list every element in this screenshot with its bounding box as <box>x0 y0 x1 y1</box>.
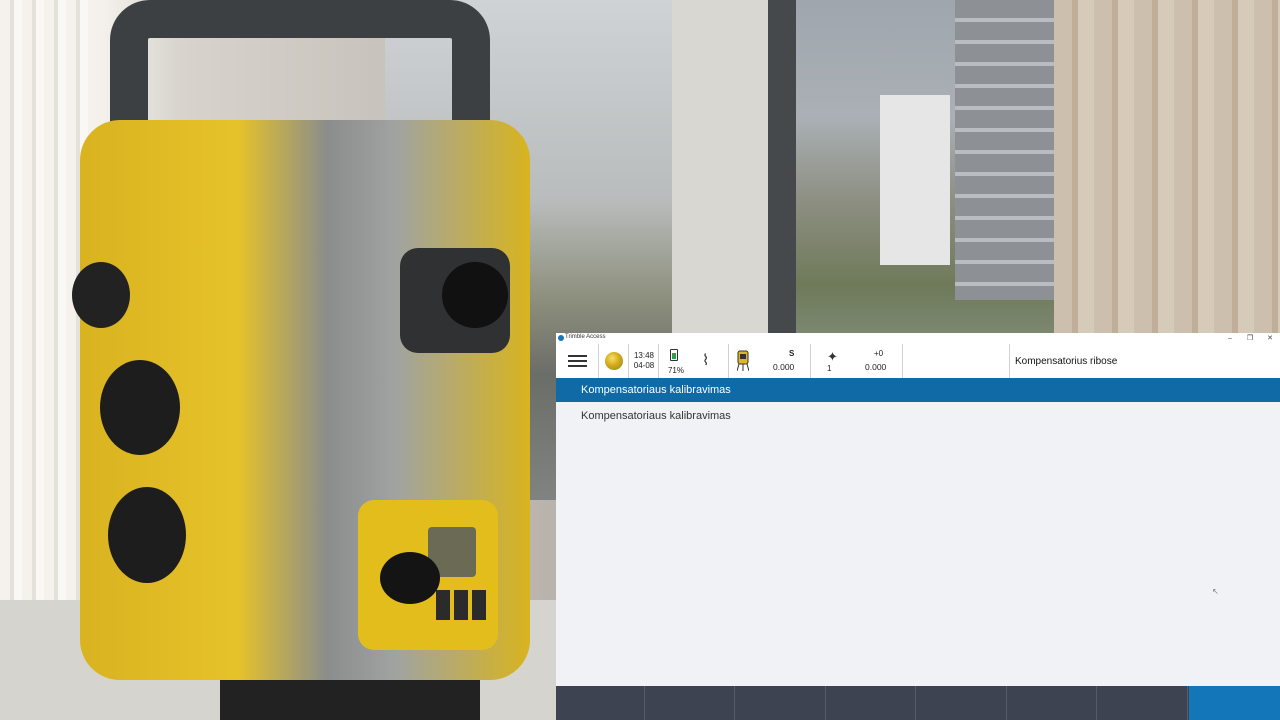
instrument-keypad <box>436 590 488 620</box>
instrument-label: S <box>789 349 795 358</box>
close-button[interactable]: ✕ <box>1260 333 1280 344</box>
instrument-status-button[interactable]: S 0.000 <box>729 344 811 378</box>
mouse-cursor: ↖ <box>1212 587 1219 596</box>
curtain-right <box>1054 0 1280 335</box>
date-text: 04-08 <box>633 361 655 370</box>
battery-percent: 71% <box>667 366 684 375</box>
list-item[interactable]: Kompensatoriaus kalibravimas <box>581 410 731 422</box>
page-title: Kompensatorius ribose <box>1015 356 1118 367</box>
connection-status-button[interactable]: ⌇ <box>689 344 729 378</box>
time-text: 13:48 <box>633 351 655 360</box>
trimble-access-window: Trimble Access – ❐ ✕ 13:48 04-08 71% ⌇ S… <box>556 333 1280 720</box>
building-white <box>880 95 950 265</box>
target-status-button[interactable]: ✦ 1 +0 0.000 <box>811 344 903 378</box>
selected-list-item[interactable]: Kompensatoriaus kalibravimas <box>556 378 1280 402</box>
battery-icon <box>670 349 678 361</box>
softkey-5[interactable] <box>918 686 1007 720</box>
target-height: 0.000 <box>865 362 887 372</box>
status-line: Kompensatorius ribose <box>1009 344 1280 378</box>
restore-button[interactable]: ❐ <box>1240 333 1260 344</box>
softkey-6[interactable] <box>1008 686 1097 720</box>
app-title: Trimble Access <box>565 334 606 340</box>
instrument-dial <box>380 552 440 604</box>
vertical-knob <box>108 487 186 583</box>
softkey-bar <box>556 686 1280 720</box>
instrument-value: 0.000 <box>773 362 795 372</box>
gnss-status-button[interactable] <box>599 344 629 378</box>
battery-status-button[interactable]: 71% <box>659 344 689 378</box>
focus-knob <box>72 262 130 328</box>
app-icon <box>558 335 564 341</box>
target-offset: +0 <box>874 349 884 358</box>
telescope-lens <box>442 262 508 328</box>
clock-display[interactable]: 13:48 04-08 <box>629 344 659 378</box>
horizontal-knob <box>100 360 180 455</box>
total-station-icon <box>737 350 749 371</box>
softkey-1[interactable] <box>556 686 645 720</box>
menu-button[interactable] <box>556 344 599 378</box>
prism-target-icon: ✦ <box>827 349 838 364</box>
title-bar: Trimble Access – ❐ ✕ <box>556 333 1280 344</box>
status-bar: 13:48 04-08 71% ⌇ S 0.000 ✦ 1 +0 0.000 K… <box>556 344 1280 379</box>
window-frame-dark <box>768 0 796 335</box>
softkey-3[interactable] <box>737 686 826 720</box>
minimize-button[interactable]: – <box>1220 333 1240 344</box>
softkey-7[interactable] <box>1099 686 1188 720</box>
softkey-4[interactable] <box>827 686 916 720</box>
target-number: 1 <box>827 364 832 373</box>
globe-icon <box>605 352 623 370</box>
building-grey <box>955 0 1055 300</box>
selected-item-label: Kompensatoriaus kalibravimas <box>581 384 731 396</box>
cable-icon: ⌇ <box>702 352 710 369</box>
softkey-primary[interactable] <box>1189 686 1280 720</box>
softkey-2[interactable] <box>646 686 735 720</box>
